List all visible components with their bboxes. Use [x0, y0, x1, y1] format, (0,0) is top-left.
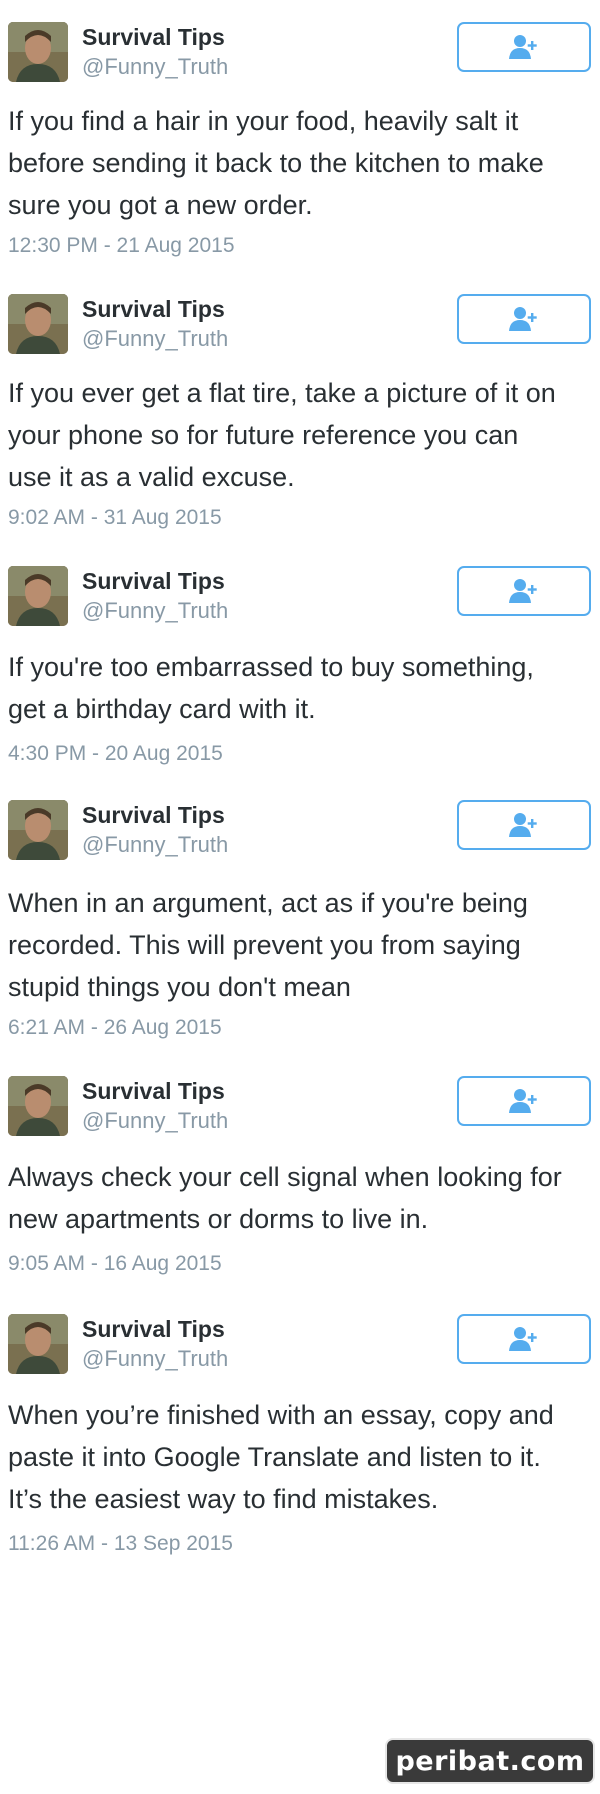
display-name[interactable]: Survival Tips	[82, 24, 225, 51]
tweet-text: If you ever get a flat tire, take a pict…	[8, 378, 556, 492]
tweet-text: If you find a hair in your food, heavily…	[8, 106, 544, 220]
follow-user-plus-icon	[509, 35, 537, 59]
avatar[interactable]	[8, 800, 68, 860]
follow-button[interactable]	[457, 800, 591, 850]
tweet-timestamp[interactable]: 6:21 AM - 26 Aug 2015	[8, 1016, 222, 1040]
avatar-photo	[8, 1314, 68, 1374]
user-handle[interactable]: @Funny_Truth	[82, 832, 228, 858]
tweet-timestamp[interactable]: 9:05 AM - 16 Aug 2015	[8, 1252, 222, 1276]
display-name[interactable]: Survival Tips	[82, 1316, 225, 1343]
user-handle[interactable]: @Funny_Truth	[82, 1108, 228, 1134]
avatar[interactable]	[8, 1076, 68, 1136]
tweet-text: Always check your cell signal when looki…	[8, 1162, 562, 1234]
user-handle[interactable]: @Funny_Truth	[82, 326, 228, 352]
display-name[interactable]: Survival Tips	[82, 296, 225, 323]
tweet-timestamp[interactable]: 9:02 AM - 31 Aug 2015	[8, 506, 222, 530]
user-handle[interactable]: @Funny_Truth	[82, 598, 228, 624]
avatar-photo	[8, 1076, 68, 1136]
follow-user-plus-icon	[509, 1327, 537, 1351]
watermark-logo: peribat.com	[385, 1738, 595, 1784]
user-handle[interactable]: @Funny_Truth	[82, 1346, 228, 1372]
follow-button[interactable]	[457, 22, 591, 72]
tweet-timestamp[interactable]: 12:30 PM - 21 Aug 2015	[8, 234, 235, 258]
follow-button[interactable]	[457, 1314, 591, 1364]
avatar-photo	[8, 294, 68, 354]
follow-button[interactable]	[457, 566, 591, 616]
display-name[interactable]: Survival Tips	[82, 568, 225, 595]
avatar-photo	[8, 800, 68, 860]
follow-button[interactable]	[457, 294, 591, 344]
follow-user-plus-icon	[509, 1089, 537, 1113]
avatar[interactable]	[8, 566, 68, 626]
follow-user-plus-icon	[509, 307, 537, 331]
tweet-text: If you're too embarrassed to buy somethi…	[8, 652, 534, 724]
tweet-timestamp[interactable]: 4:30 PM - 20 Aug 2015	[8, 742, 223, 766]
display-name[interactable]: Survival Tips	[82, 802, 225, 829]
avatar[interactable]	[8, 22, 68, 82]
avatar-photo	[8, 22, 68, 82]
avatar[interactable]	[8, 1314, 68, 1374]
tweet-text: When in an argument, act as if you're be…	[8, 888, 528, 1002]
follow-user-plus-icon	[509, 813, 537, 837]
user-handle[interactable]: @Funny_Truth	[82, 54, 228, 80]
follow-user-plus-icon	[509, 579, 537, 603]
tweet-timestamp[interactable]: 11:26 AM - 13 Sep 2015	[8, 1532, 233, 1556]
avatar-photo	[8, 566, 68, 626]
tweet-text: When you’re finished with an essay, copy…	[8, 1400, 554, 1514]
avatar[interactable]	[8, 294, 68, 354]
follow-button[interactable]	[457, 1076, 591, 1126]
display-name[interactable]: Survival Tips	[82, 1078, 225, 1105]
